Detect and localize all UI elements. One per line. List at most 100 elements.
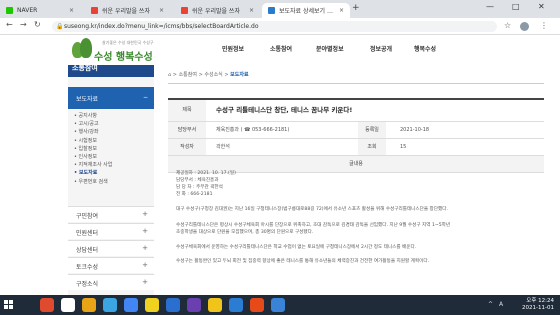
expand-icon: + (142, 227, 148, 235)
gnb-item[interactable]: 민원정보 (222, 44, 244, 53)
url-input[interactable]: 🔒 suseong.kr/index.do?menu_link=/icms/bb… (52, 21, 497, 32)
breadcrumb-current: 보도자료 (230, 72, 249, 78)
breadcrumb-item[interactable]: 소통참여 (179, 72, 197, 78)
taskbar: ^ A 오후 12:24 2021-11-01 (0, 295, 560, 315)
favicon-icon (181, 7, 188, 14)
article-writer: 곽한석 (216, 144, 230, 150)
sidebar-menu[interactable]: 구민참여 + (68, 206, 154, 222)
star-icon[interactable]: ☆ (504, 21, 511, 30)
sidebar-subitem[interactable]: • 시험정보 (74, 137, 97, 144)
article-body-line: 수성구는 활동완인 있고 두뇌 회전 및 집중력 향상에 좋은 테니스를 통해 … (176, 259, 430, 264)
sidebar-menu[interactable]: 토크수성 + (68, 257, 154, 273)
views-label: 조회 (358, 139, 386, 155)
sidebar-header[interactable]: 보도자료 − (68, 87, 154, 109)
breadcrumb-item[interactable]: 수성소식 (204, 72, 222, 78)
sidebar-subitem[interactable]: • 공지사항 (74, 112, 97, 119)
expand-icon: + (142, 261, 148, 269)
writer-label: 작성자 (168, 139, 206, 155)
sidebar-menu[interactable]: 상담센터 + (68, 240, 154, 256)
gnb-item[interactable]: 행복수성 (414, 44, 436, 53)
breadcrumb: ⌂ > 소통참여 > 수성소식 > 보도자료 (168, 71, 249, 78)
minimize-icon[interactable]: — (486, 2, 494, 11)
sidebar-subitem[interactable]: • 우편번호 검색 (74, 178, 108, 185)
sidebar-banner-title: 소통참여 (72, 64, 98, 72)
address-bar-row: ← → ↻ 🔒 suseong.kr/index.do?menu_link=/i… (0, 18, 560, 35)
close-tab-icon[interactable]: × (339, 7, 344, 14)
new-tab-button[interactable]: + (352, 3, 360, 13)
gnb-item[interactable]: 정보공개 (370, 44, 392, 53)
home-icon[interactable]: ⌂ (168, 72, 171, 78)
lock-icon: 🔒 (56, 23, 64, 30)
article-body-line: 수성구체육회에서 운영하는 수성구리틀테니스단은 학교 수업이 없는 토요일에 … (176, 245, 417, 250)
back-icon[interactable]: ← (6, 20, 13, 29)
divider (168, 83, 544, 84)
taskbar-app-icon[interactable] (124, 298, 138, 312)
clock[interactable]: 오후 12:24 2021-11-01 (522, 298, 554, 312)
taskbar-app-icon[interactable] (166, 298, 180, 312)
dept-label: 담당부서 (168, 122, 206, 138)
close-tab-icon[interactable]: × (159, 7, 164, 14)
article-body-line: 수성구리틀테니스단은 평상시 수성구체육회 아시를 단장으로 위촉하고, 초대 … (176, 223, 451, 228)
date-label: 등록일 (358, 122, 386, 138)
taskbar-app-icon[interactable] (61, 298, 75, 312)
profile-avatar[interactable] (520, 22, 529, 31)
sidebar-subitem[interactable]: • 인사정보 (74, 153, 97, 160)
taskbar-app-icon[interactable] (250, 298, 264, 312)
title-label: 제목 (168, 100, 206, 121)
sidebar-subitem[interactable]: • 행사/강좌 (74, 128, 99, 135)
sidebar-subitem[interactable]: • 지적재조사 사업 (74, 161, 112, 168)
clock-date: 2021-11-01 (522, 305, 554, 311)
browser-tab[interactable]: 쉬운 우리말을 쓰자 × (175, 3, 260, 18)
browser-tab[interactable]: 보도자료 상세보기 | 수성구청 × (262, 3, 350, 18)
menu-icon[interactable]: ⋮ (540, 21, 548, 30)
expand-icon: + (142, 244, 148, 252)
maximize-icon[interactable]: □ (512, 2, 520, 11)
taskbar-app-icon[interactable] (271, 298, 285, 312)
sidebar-subitem[interactable]: • 보도자료 (74, 169, 97, 176)
tab-title: NAVER (17, 7, 38, 14)
taskbar-app-icon[interactable] (40, 298, 54, 312)
browser-tab[interactable]: 쉬운 우리말을 쓰자 × (85, 3, 170, 18)
article-body-line: 담 당 자 : 주무관 곽한석 (176, 185, 223, 190)
logo-text: 수성 행복수성 (94, 52, 153, 63)
close-window-icon[interactable]: ✕ (538, 2, 545, 11)
article-body-line: 제공일자 : 2021. 10. 17.(일) (176, 171, 236, 176)
sidebar-menu-label: 민원센터 (76, 230, 99, 237)
tab-title: 쉬운 우리말을 쓰자 (102, 8, 150, 15)
gnb-item[interactable]: 소통참여 (270, 44, 292, 53)
reload-icon[interactable]: ↻ (34, 20, 41, 29)
gnb-item[interactable]: 분야별정보 (316, 44, 344, 53)
browser-tab[interactable]: NAVER × (0, 3, 80, 18)
taskbar-app-icon[interactable] (145, 298, 159, 312)
ime-icon[interactable]: A (499, 301, 503, 308)
sidebar-banner: 소통참여 (68, 64, 154, 77)
taskbar-app-icon[interactable] (208, 298, 222, 312)
taskbar-app-icon[interactable] (82, 298, 96, 312)
tray-caret-icon[interactable]: ^ (488, 301, 493, 308)
tab-title: 보도자료 상세보기 | 수성구청 (279, 8, 335, 15)
sidebar-subitem[interactable]: • 고시/공고 (74, 120, 99, 127)
close-tab-icon[interactable]: × (249, 7, 254, 14)
taskbar-app-icon[interactable] (187, 298, 201, 312)
collapse-icon: − (142, 94, 148, 101)
sidebar-subitem[interactable]: • 입찰정보 (74, 145, 97, 152)
tab-title: 쉬운 우리말을 쓰자 (192, 8, 240, 15)
expand-icon: + (142, 278, 148, 286)
forward-icon[interactable]: → (20, 20, 27, 29)
taskbar-app-icon[interactable] (103, 298, 117, 312)
sidebar-menu-label: 상담센터 (76, 247, 99, 254)
taskbar-app-icon[interactable] (229, 298, 243, 312)
sidebar-header-label: 보도자료 (76, 96, 99, 103)
sidebar-menu[interactable]: 민원센터 + (68, 223, 154, 239)
favicon-icon (6, 7, 13, 14)
breadcrumb-sep: > (198, 72, 203, 78)
article-date: 2021-10-18 (400, 127, 430, 133)
article-views: 15 (400, 144, 407, 150)
browser-tab-bar: + — □ ✕ NAVER × 쉬운 우리말을 쓰자 × 쉬운 우리말을 쓰자 × 보도자료… (0, 0, 560, 18)
sidebar-menu-label: 구민참여 (76, 213, 99, 220)
favicon-icon (91, 7, 98, 14)
sidebar-menu[interactable]: 구정소식 + (68, 274, 154, 290)
close-tab-icon[interactable]: × (69, 7, 74, 14)
breadcrumb-sep: > (224, 72, 229, 78)
windows-start-icon[interactable] (4, 300, 14, 310)
